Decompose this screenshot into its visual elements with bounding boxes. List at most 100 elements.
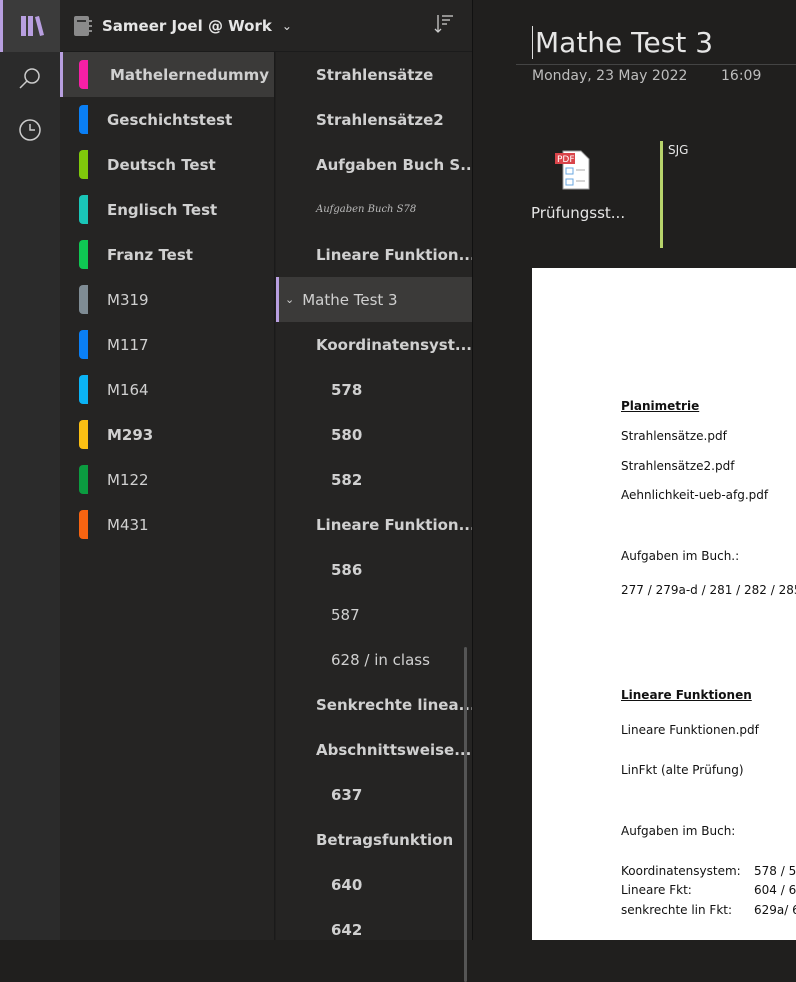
page-item[interactable]: 580 [276,412,472,457]
page-date: Monday, 23 May 2022 [532,68,688,84]
page-time: 16:09 [721,68,762,84]
text-line: senkrechte lin Fkt: [621,903,733,917]
page-item[interactable]: 582 [276,457,472,502]
chevron-down-icon: ⌄ [285,293,295,306]
section-label: M117 [107,335,149,354]
section-label: M293 [107,425,154,444]
page-label: 628 / in class [331,650,430,669]
file-link: LinFkt (alte Prüfung) [621,763,744,777]
page-item[interactable]: 586 [276,547,472,592]
page-list: Strahlensätze Strahlensätze2 Aufgaben Buch… [276,52,472,982]
page-item[interactable]: 578 [276,367,472,412]
author-initials: SJG [668,143,689,157]
pdf-printout[interactable]: Planimetrie Strahlensätze.pdf Strahlensä… [532,268,796,940]
section-label: M319 [107,290,149,309]
section-item[interactable]: M293 [60,412,274,457]
text-line: 277 / 279a-d / 281 / 282 / 285 [621,583,796,597]
page-item[interactable]: Betragsfunktion [276,817,472,862]
section-color-tab [79,510,88,539]
section-color-tab [79,465,88,494]
section-color-tab [79,240,88,269]
page-label: Lineare Funktion... [316,515,472,534]
file-link: Strahlensätze.pdf [621,429,727,443]
page-item[interactable]: Senkrechte linea... [276,682,472,727]
page-item[interactable]: Strahlensätze [276,52,472,97]
section-label: Englisch Test [107,200,218,219]
notebook-icon [74,15,92,36]
text-line: 604 / 6 [754,883,796,897]
recent-button[interactable] [0,104,60,156]
pdf-file-icon: PDF [555,150,590,190]
page-label: Aufgaben Buch S... [316,155,472,174]
page-label: Koordinatensyst... [316,335,472,354]
section-item[interactable]: M319 [60,277,274,322]
page-item[interactable]: 628 / in class [276,637,472,682]
sort-icon [434,15,453,33]
text-line: 578 / 5 [754,864,796,878]
attachment-label: Prüfungsst... [531,204,626,222]
page-item[interactable]: 640 [276,862,472,907]
file-link: Strahlensätze2.pdf [621,459,735,473]
notebook-title: Sameer Joel @ Work [102,16,272,35]
section-color-tab [79,420,88,449]
section-color-tab [79,150,88,179]
search-icon [19,68,40,89]
section-item[interactable]: Franz Test [60,232,274,277]
text-line: Aufgaben im Buch: [621,824,736,838]
page-item[interactable]: Lineare Funktion... [276,232,472,277]
section-color-tab [79,105,88,134]
notebooks-button[interactable] [0,0,60,52]
section-item[interactable]: Mathelernedummy [60,52,274,97]
section-item[interactable]: Deutsch Test [60,142,274,187]
page-label: Mathe Test 3 [302,290,398,309]
page-label: Strahlensätze [316,65,434,84]
page-label: 586 [331,560,363,579]
page-label: 578 [331,380,363,399]
page-item[interactable]: Aufgaben Buch S78 [276,187,472,232]
page-label: Aufgaben Buch S78 [316,204,417,215]
page-item[interactable]: Strahlensätze2 [276,97,472,142]
page-label: Senkrechte linea... [316,695,472,714]
section-label: Deutsch Test [107,155,216,174]
author-bar [660,141,663,248]
section-item[interactable]: M431 [60,502,274,547]
section-item[interactable]: Geschichtstest [60,97,274,142]
page-label: Lineare Funktion... [316,245,472,264]
page-label: 640 [331,875,363,894]
text-line: Aufgaben im Buch.: [621,549,740,563]
notebooks-icon [20,16,44,36]
pane-divider [472,0,516,940]
page-item[interactable]: 637 [276,772,472,817]
chevron-down-icon: ⌄ [281,18,292,33]
section-item[interactable]: M164 [60,367,274,412]
section-label: Geschichtstest [107,110,233,129]
file-link: Lineare Funktionen.pdf [621,723,759,737]
section-color-tab [79,330,88,359]
section-list: Mathelernedummy Geschichtstest Deutsch Tes… [60,52,275,940]
page-item[interactable]: Abschnittsweise... [276,727,472,772]
section-item[interactable]: Englisch Test [60,187,274,232]
svg-text:PDF: PDF [557,155,575,165]
nav-rail [0,0,60,940]
page-item[interactable]: Aufgaben Buch S... [276,142,472,187]
page-list-scrollbar[interactable] [464,647,467,982]
page-item[interactable]: 642 [276,907,472,952]
page-label: 637 [331,785,363,804]
section-item[interactable]: M117 [60,322,274,367]
section-color-tab [79,195,88,224]
page-item[interactable]: ⌄ Mathe Test 3 [276,277,472,322]
page-item[interactable]: Lineare Funktion... [276,502,472,547]
page-item[interactable]: 587 [276,592,472,637]
title-underline [516,64,796,65]
sort-button[interactable] [434,14,454,38]
notebook-header[interactable]: Sameer Joel @ Work ⌄ [60,0,472,52]
pdf-attachment[interactable]: PDF Prüfungsst... [531,150,631,222]
section-item[interactable]: M122 [60,457,274,502]
page-item[interactable]: Koordinatensyst... [276,322,472,367]
section-label: M164 [107,380,149,399]
page-title[interactable]: Mathe Test 3 [532,26,713,59]
page-label: 642 [331,920,363,939]
file-link: Aehnlichkeit-ueb-afg.pdf [621,488,769,502]
page-label: Abschnittsweise... [316,740,472,759]
search-button[interactable] [0,52,60,104]
